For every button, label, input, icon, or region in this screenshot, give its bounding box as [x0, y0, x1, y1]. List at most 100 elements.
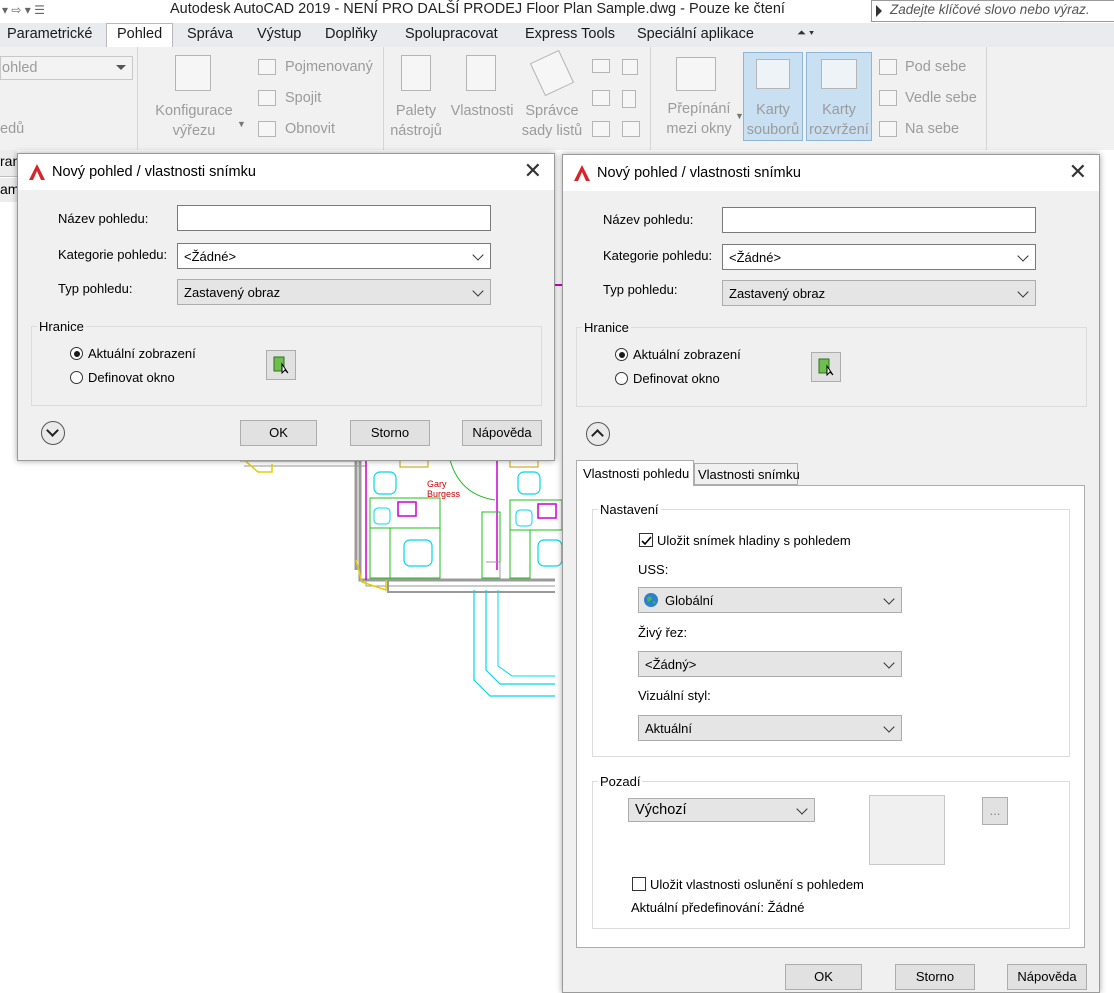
expand-arrow-icon[interactable] [876, 5, 882, 17]
background-select[interactable]: Výchozí [628, 798, 815, 822]
palette-small-icon[interactable] [592, 121, 610, 137]
define-window-label[interactable]: Definovat okno [633, 371, 720, 386]
join-viewport-button[interactable]: Spojit [285, 88, 321, 108]
switch-windows-label-2[interactable]: mezi okny [660, 119, 738, 139]
ribbon-tab-bar: Parametrické Pohled Správa Výstup Doplňk… [0, 23, 1114, 48]
ribbon-minimize-icon[interactable]: ⏶ ▾ [797, 27, 814, 40]
expand-button[interactable] [41, 421, 65, 445]
tile-horizontal-icon[interactable] [879, 59, 897, 75]
cancel-button[interactable]: Storno [350, 420, 430, 446]
view-name-input[interactable] [722, 207, 1036, 233]
tool-palettes-label-2[interactable]: nástrojů [386, 121, 446, 141]
view-category-select[interactable]: <Žádné> [722, 244, 1036, 270]
current-display-radio[interactable] [70, 347, 83, 360]
search-box[interactable]: Zadejte klíčové slovo nebo výraz. [871, 0, 1114, 22]
tab-collaborate[interactable]: Spolupracovat [405, 26, 498, 42]
save-sun-props-checkbox[interactable] [632, 877, 646, 891]
named-viewport-icon[interactable] [258, 59, 276, 75]
tab-snapshot-properties[interactable]: Vlastnosti snímku [694, 463, 800, 485]
tool-palettes-icon[interactable] [401, 55, 431, 91]
layout-tabs-label-2: rozvržení [809, 122, 869, 138]
visual-style-label: Vizuální styl: [638, 688, 711, 703]
define-window-radio[interactable] [70, 371, 83, 384]
view-type-select[interactable]: Zastavený obraz [177, 279, 491, 305]
current-display-label[interactable]: Aktuální zobrazení [88, 346, 196, 361]
collapse-button[interactable] [586, 422, 610, 446]
switch-windows-icon[interactable] [676, 57, 716, 91]
tab-addins[interactable]: Doplňky [325, 26, 377, 42]
tab-featured-apps[interactable]: Speciální aplikace [637, 26, 754, 42]
dropdown-arrow-icon[interactable]: ▼ [237, 119, 246, 129]
tab-view[interactable]: Pohled [106, 23, 174, 47]
save-layer-snapshot-checkbox[interactable] [639, 533, 653, 547]
tile-vertical-icon[interactable] [879, 90, 897, 106]
current-override-text: Aktuální předefinování: Žádné [631, 900, 805, 915]
tile-horizontal-button[interactable]: Pod sebe [905, 57, 966, 77]
viewport-config-label-2[interactable]: výřezu [153, 121, 235, 141]
tab-panel: Nastavení Uložit snímek hladiny s pohled… [576, 485, 1085, 948]
sheet-set-manager-label-1[interactable]: Správce [516, 101, 588, 121]
save-sun-props-label[interactable]: Uložit vlastnosti oslunění s pohledem [650, 877, 864, 892]
viewport-config-icon[interactable] [175, 55, 211, 91]
define-window-label[interactable]: Definovat okno [88, 370, 175, 385]
sheet-set-manager-label-2[interactable]: sady listů [516, 121, 588, 141]
current-display-radio[interactable] [615, 348, 628, 361]
restore-viewport-icon[interactable] [258, 121, 276, 137]
ribbon-panel: ohled edů Konfigurace výřezu ▼ Pojmenova… [0, 47, 1114, 150]
properties-icon[interactable] [466, 55, 496, 91]
restore-viewport-button[interactable]: Obnovit [285, 119, 335, 139]
help-button[interactable]: Nápověda [1007, 964, 1087, 990]
autocad-logo-icon [574, 165, 590, 181]
view-name-input[interactable] [177, 205, 491, 231]
cascade-button[interactable]: Na sebe [905, 119, 959, 139]
help-button[interactable]: Nápověda [462, 420, 542, 446]
named-views-combo[interactable]: ohled [0, 56, 133, 80]
pick-window-button[interactable] [266, 350, 296, 380]
ribbon-left-label: edů [0, 121, 25, 137]
tab-manage[interactable]: Správa [187, 26, 233, 42]
close-icon[interactable]: ✕ [1069, 161, 1087, 183]
viewport-config-label-1[interactable]: Konfigurace [153, 101, 235, 121]
view-type-label: Typ pohledu: [603, 282, 678, 297]
tool-palettes-label-1[interactable]: Palety [386, 101, 446, 121]
live-section-select[interactable]: <Žádný> [638, 651, 902, 677]
join-viewport-icon[interactable] [258, 90, 276, 106]
tile-vertical-button[interactable]: Vedle sebe [905, 88, 977, 108]
background-group-label: Pozadí [598, 774, 643, 789]
palette-small-icon[interactable] [592, 90, 610, 106]
switch-windows-label-1[interactable]: Přepínání [660, 99, 738, 119]
new-view-dialog-expanded: Nový pohled / vlastnosti snímku ✕ Název … [562, 154, 1100, 993]
cancel-button[interactable]: Storno [895, 964, 975, 990]
background-browse-button[interactable]: ... [982, 797, 1008, 825]
palette-small-icon[interactable] [592, 59, 610, 73]
ok-button[interactable]: OK [240, 420, 317, 446]
palette-small-icon[interactable] [622, 121, 640, 137]
tab-express-tools[interactable]: Express Tools [525, 26, 615, 42]
properties-label[interactable]: Vlastnosti [449, 101, 515, 121]
sheet-set-manager-icon[interactable] [529, 49, 575, 97]
close-icon[interactable]: ✕ [524, 160, 542, 182]
view-category-select[interactable]: <Žádné> [177, 243, 491, 269]
tab-output[interactable]: Výstup [257, 26, 301, 42]
palette-small-icon[interactable] [622, 59, 638, 75]
file-tabs-button[interactable]: Karty souborů [743, 52, 803, 141]
file-tabs-label-2: souborů [746, 122, 800, 138]
visual-style-select[interactable]: Aktuální [638, 715, 902, 741]
save-layer-snapshot-label[interactable]: Uložit snímek hladiny s pohledem [657, 533, 851, 548]
ok-button[interactable]: OK [785, 964, 862, 990]
ucs-label: USS: [638, 562, 669, 577]
quick-access-toolbar[interactable]: ▾ ⇨ ▾ ☰ [2, 3, 45, 17]
tab-view-properties[interactable]: Vlastnosti pohledu [576, 460, 694, 486]
chevron-down-icon [472, 249, 484, 261]
palette-small-icon[interactable] [622, 90, 636, 108]
tab-parametric[interactable]: Parametrické [7, 26, 92, 42]
current-display-label[interactable]: Aktuální zobrazení [633, 347, 741, 362]
view-type-select[interactable]: Zastavený obraz [722, 280, 1036, 306]
layout-tabs-button[interactable]: Karty rozvržení [806, 52, 872, 141]
pick-window-button[interactable] [811, 352, 841, 382]
named-viewport-button[interactable]: Pojmenovaný [285, 57, 373, 77]
ucs-select[interactable]: Globální [638, 587, 902, 613]
cascade-icon[interactable] [879, 121, 897, 137]
define-window-radio[interactable] [615, 372, 628, 385]
pick-window-icon [818, 358, 834, 376]
